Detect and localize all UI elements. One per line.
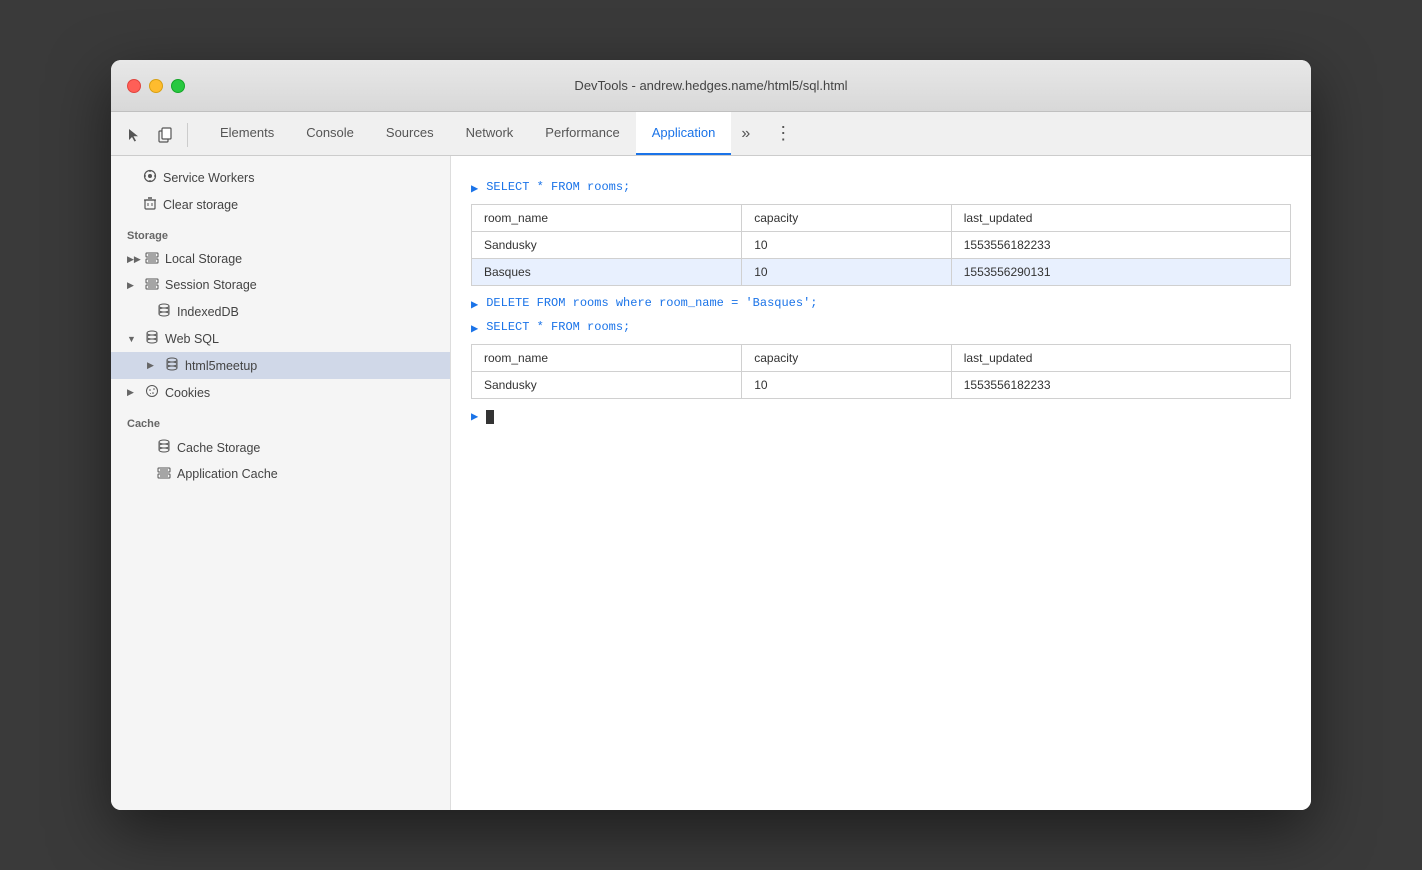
maximize-button[interactable] [171,79,185,93]
table1-row-1: Basques 10 1553556290131 [472,259,1291,286]
menu-button[interactable]: ⋮ [764,112,802,155]
result-table-1: room_name capacity last_updated Sandusky… [471,204,1291,286]
tab-bar: Elements Console Sources Network Perform… [111,112,1311,156]
query3-line: ▶ SELECT * FROM rooms; [471,320,1291,336]
session-storage-arrow: ▶ [127,280,139,291]
tab-application[interactable]: Application [636,112,732,155]
table2-row0-last-updated: 1553556182233 [951,372,1290,399]
table2-col-room-name: room_name [472,345,742,372]
cookies-icon [145,384,159,401]
sidebar-item-application-cache[interactable]: Application Cache [111,461,450,487]
sidebar-item-cookies-label: Cookies [165,386,210,400]
service-workers-icon [143,169,157,186]
toolbar-icons [119,121,192,155]
local-storage-icon [145,251,159,267]
sidebar-item-web-sql-label: Web SQL [165,332,219,346]
tab-console[interactable]: Console [290,112,370,155]
query2-line: ▶ DELETE FROM rooms where room_name = 'B… [471,296,1291,312]
sidebar-item-local-storage[interactable]: ▶ Local Storage [111,246,450,272]
query1-line: ▶ SELECT * FROM rooms; [471,180,1291,196]
devtools-window: DevTools - andrew.hedges.name/html5/sql.… [111,60,1311,810]
table1-row0-last-updated: 1553556182233 [951,232,1290,259]
table1-row0-room-name: Sandusky [472,232,742,259]
sidebar-item-session-storage[interactable]: ▶ Session Storage [111,272,450,298]
query1-text: SELECT * FROM rooms; [486,180,630,194]
table1-row1-room-name: Basques [472,259,742,286]
sidebar-item-clear-storage[interactable]: Clear storage [111,191,450,218]
sidebar-item-clear-storage-label: Clear storage [163,198,238,212]
table2-col-last-updated: last_updated [951,345,1290,372]
sidebar-item-indexeddb-label: IndexedDB [177,305,239,319]
cursor-icon[interactable] [119,121,147,149]
sidebar: Service Workers Clear storage Stora [111,156,451,810]
sidebar-item-service-workers[interactable]: Service Workers [111,164,450,191]
html5meetup-icon [165,357,179,374]
table1-header-row: room_name capacity last_updated [472,205,1291,232]
web-sql-arrow: ▼ [127,334,139,344]
sidebar-item-indexeddb[interactable]: IndexedDB [111,298,450,325]
clear-storage-icon [143,196,157,213]
cache-storage-icon [157,439,171,456]
tab-performance[interactable]: Performance [529,112,635,155]
cookies-arrow: ▶ [127,387,139,398]
table1-row1-capacity: 10 [742,259,952,286]
window-title: DevTools - andrew.hedges.name/html5/sql.… [574,78,847,93]
sidebar-item-html5meetup-label: html5meetup [185,359,257,373]
table1-row0-capacity: 10 [742,232,952,259]
session-storage-icon [145,277,159,293]
sidebar-item-cookies[interactable]: ▶ Cookies [111,379,450,406]
sidebar-item-session-storage-label: Session Storage [165,278,257,292]
table2-header-row: room_name capacity last_updated [472,345,1291,372]
more-tabs-button[interactable]: » [731,112,760,155]
sidebar-item-service-workers-label: Service Workers [163,171,254,185]
query2-arrow[interactable]: ▶ [471,297,478,312]
tab-sources[interactable]: Sources [370,112,450,155]
close-button[interactable] [127,79,141,93]
local-storage-arrow: ▶ [127,254,139,265]
main-panel[interactable]: ▶ SELECT * FROM rooms; room_name capacit… [451,156,1311,810]
query1-arrow[interactable]: ▶ [471,181,478,196]
application-cache-icon [157,466,171,482]
storage-section-label: Storage [111,218,450,246]
sidebar-item-cache-storage[interactable]: Cache Storage [111,434,450,461]
copy-icon[interactable] [151,121,179,149]
tabs: Elements Console Sources Network Perform… [204,112,802,155]
table1-row-0: Sandusky 10 1553556182233 [472,232,1291,259]
sidebar-item-web-sql[interactable]: ▼ Web SQL [111,325,450,352]
sidebar-item-application-cache-label: Application Cache [177,467,278,481]
cache-section-label: Cache [111,406,450,434]
table1-col-last-updated: last_updated [951,205,1290,232]
table2-col-capacity: capacity [742,345,952,372]
table1-col-capacity: capacity [742,205,952,232]
result-table-2: room_name capacity last_updated Sandusky… [471,344,1291,399]
web-sql-icon [145,330,159,347]
sidebar-item-local-storage-label: Local Storage [165,252,242,266]
query2-text: DELETE FROM rooms where room_name = 'Bas… [486,296,817,310]
table1-row1-last-updated: 1553556290131 [951,259,1290,286]
title-bar: DevTools - andrew.hedges.name/html5/sql.… [111,60,1311,112]
query3-arrow[interactable]: ▶ [471,321,478,336]
sidebar-item-html5meetup[interactable]: ▶ html5meetup [111,352,450,379]
cursor-line[interactable]: ▶ [471,409,1291,424]
table2-row0-capacity: 10 [742,372,952,399]
indexeddb-icon [157,303,171,320]
table2-row-0: Sandusky 10 1553556182233 [472,372,1291,399]
cursor-blink [486,410,494,424]
table2-row0-room-name: Sandusky [472,372,742,399]
tab-network[interactable]: Network [450,112,530,155]
cursor-prompt: ▶ [471,409,478,424]
tab-elements[interactable]: Elements [204,112,290,155]
html5meetup-arrow: ▶ [147,360,159,371]
traffic-lights [127,79,185,93]
sidebar-item-cache-storage-label: Cache Storage [177,441,260,455]
toolbar-divider [187,123,188,147]
main-content: Service Workers Clear storage Stora [111,156,1311,810]
minimize-button[interactable] [149,79,163,93]
query3-text: SELECT * FROM rooms; [486,320,630,334]
table1-col-room-name: room_name [472,205,742,232]
